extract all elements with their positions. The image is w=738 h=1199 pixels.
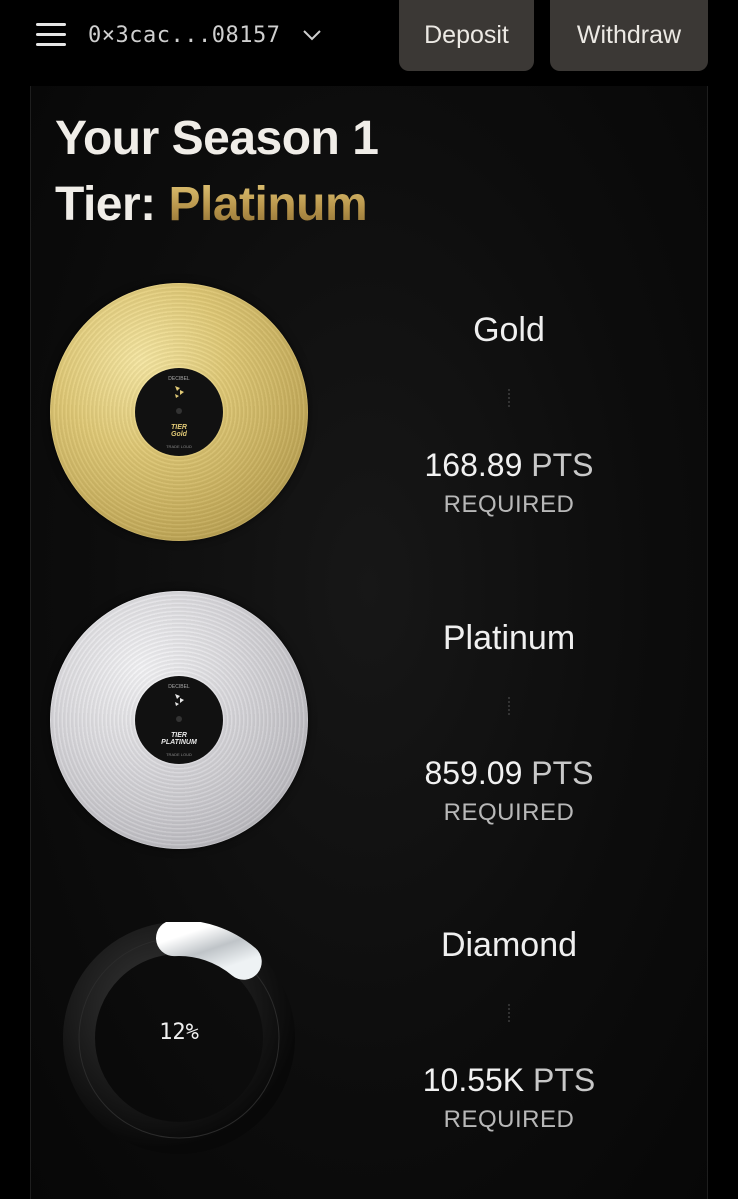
current-tier-name: Platinum	[168, 178, 368, 231]
withdraw-button[interactable]: Withdraw	[550, 0, 708, 71]
tier-row-gold: DECIBEL TIER Gold TRADE LOUD Gold 168.89 …	[31, 283, 707, 553]
wallet-address: 0×3cac...08157	[88, 22, 281, 48]
record-tier: TIER PLATINUM	[161, 732, 197, 746]
tier-logo-icon	[175, 386, 184, 398]
points-value: 859.09	[424, 755, 523, 791]
points-unit: PTS	[533, 1062, 596, 1098]
record-brand: DECIBEL	[168, 684, 190, 690]
deposit-button[interactable]: Deposit	[399, 0, 534, 71]
tier-row-platinum: DECIBEL TIER PLATINUM TRADE LOUD Platinum…	[31, 591, 707, 861]
progress-percent: 12%	[159, 1020, 199, 1045]
record-tier: TIER Gold	[171, 424, 187, 438]
record-label: DECIBEL TIER Gold TRADE LOUD	[135, 368, 223, 456]
required-label: REQUIRED	[443, 491, 575, 518]
chevron-down-icon	[303, 30, 322, 41]
divider	[391, 388, 627, 409]
record-footer: TRADE LOUD	[166, 444, 192, 449]
divider	[391, 696, 627, 717]
tier-logo-icon	[175, 694, 184, 706]
points-unit: PTS	[531, 447, 594, 483]
tier-panel: Your Season 1 Tier: Platinum DECIBEL TIE…	[30, 86, 708, 1199]
points-required: 168.89 PTS	[391, 447, 627, 484]
tier-row-diamond: 12% Diamond 10.55K PTS REQUIRED	[31, 898, 707, 1168]
points-required: 859.09 PTS	[391, 755, 627, 792]
required-label: REQUIRED	[443, 1106, 575, 1133]
page-title: Your Season 1 Tier: Platinum	[55, 106, 379, 238]
tier-name: Diamond	[440, 926, 578, 964]
tier-name: Platinum	[442, 619, 576, 657]
gold-record-image: DECIBEL TIER Gold TRADE LOUD	[50, 283, 308, 541]
points-value: 10.55K	[422, 1062, 525, 1098]
record-spindle	[176, 716, 182, 722]
points-value: 168.89	[424, 447, 523, 483]
record-label: DECIBEL TIER PLATINUM TRADE LOUD	[135, 676, 223, 764]
platinum-record-image: DECIBEL TIER PLATINUM TRADE LOUD	[50, 591, 308, 849]
points-unit: PTS	[531, 755, 594, 791]
tier-name: Gold	[473, 311, 545, 349]
record-spindle	[176, 408, 182, 414]
tier-prefix: Tier:	[55, 178, 169, 231]
menu-icon[interactable]	[36, 23, 66, 47]
record-brand: DECIBEL	[168, 376, 190, 382]
record-footer: TRADE LOUD	[166, 752, 192, 757]
points-required: 10.55K PTS	[391, 1062, 627, 1099]
title-line-2: Tier: Platinum	[55, 172, 378, 238]
title-line-1: Your Season 1	[55, 112, 379, 165]
required-label: REQUIRED	[443, 799, 575, 826]
top-bar: 0×3cac...08157 Deposit Withdraw	[0, 0, 738, 86]
divider	[391, 1003, 627, 1024]
wallet-selector[interactable]: 0×3cac...08157	[88, 18, 322, 52]
